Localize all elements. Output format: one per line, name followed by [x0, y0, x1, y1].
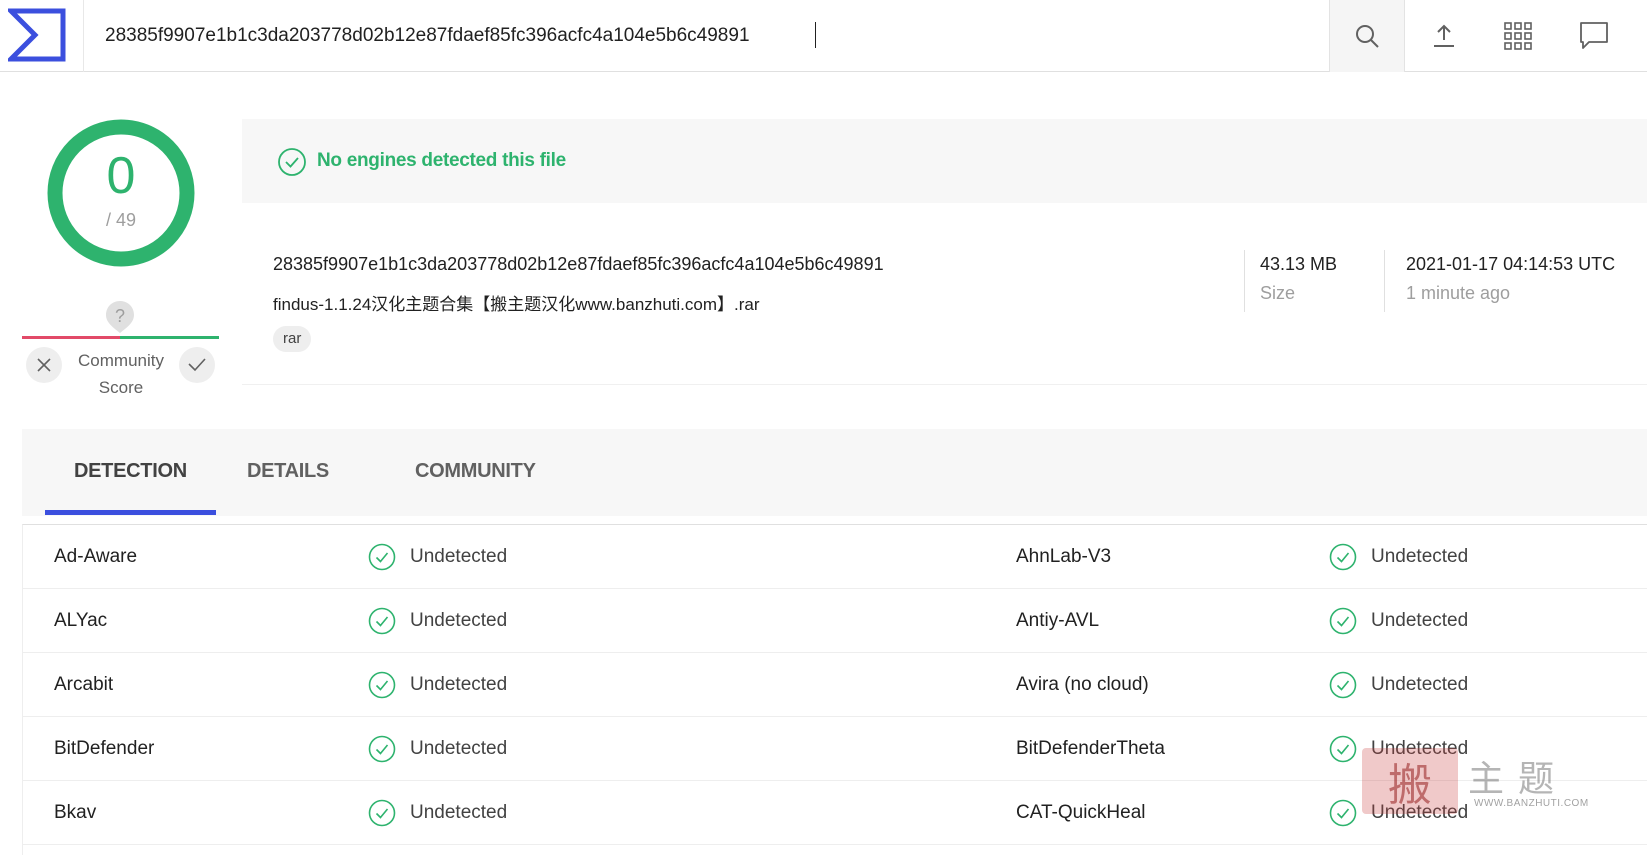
engine-name: BitDefenderTheta	[1016, 738, 1165, 759]
logo-divider	[83, 0, 84, 72]
engine-result: Undetected	[1329, 717, 1468, 781]
engine-name: Bkav	[54, 802, 97, 823]
analysis-relative-time: 1 minute ago	[1406, 283, 1511, 303]
meta-divider	[1384, 250, 1385, 312]
upload-button[interactable]	[1408, 0, 1480, 72]
table-row: Ad-Aware Undetected AhnLab-V3 Undetected	[23, 525, 1647, 589]
engine-name: Antiy-AVL	[1016, 610, 1100, 631]
active-tab-indicator	[45, 510, 216, 515]
table-row: BitDefender Undetected BitDefenderTheta …	[23, 717, 1647, 781]
chat-button[interactable]	[1556, 0, 1632, 72]
search-button[interactable]	[1329, 0, 1405, 72]
search-icon	[1356, 25, 1379, 48]
engine-result: Undetected	[368, 589, 507, 653]
text-caret	[815, 22, 816, 48]
file-type-tag[interactable]: rar	[273, 326, 312, 352]
virustotal-logo[interactable]	[4, 8, 66, 62]
tab-detection[interactable]: DETECTION	[74, 460, 187, 483]
result-label: Undetected	[410, 738, 508, 759]
chat-icon	[1580, 22, 1608, 49]
result-label: Undetected	[410, 546, 508, 567]
file-size: 43.13 MB	[1260, 254, 1338, 274]
engine-result: Undetected	[1329, 781, 1468, 845]
search-input[interactable]	[105, 18, 1305, 54]
result-label: Undetected	[1371, 674, 1469, 695]
file-name: findus-1.1.24汉化主题合集【搬主题汉化www.banzhuti.co…	[273, 295, 760, 314]
meta-divider	[1244, 250, 1245, 312]
engine-result: Undetected	[1329, 653, 1468, 717]
community-label-line2: Score	[98, 378, 144, 397]
result-label: Undetected	[1371, 738, 1469, 759]
check-circle-icon	[368, 671, 396, 699]
community-score-label: Community Score	[66, 347, 176, 401]
question-marker-icon: ?	[105, 300, 135, 334]
engine-result: Undetected	[368, 653, 507, 717]
detection-count: 0	[106, 147, 136, 205]
engine-result: Undetected	[1329, 589, 1468, 653]
result-label: Undetected	[1371, 546, 1469, 567]
result-label: Undetected	[410, 610, 508, 631]
check-circle-icon	[1329, 671, 1357, 699]
file-hash: 28385f9907e1b1c3da203778d02b12e87fdaef85…	[273, 254, 884, 274]
analysis-date: 2021-01-17 04:14:53 UTC	[1406, 254, 1616, 274]
engine-name: Avira (no cloud)	[1016, 674, 1149, 695]
engine-name: AhnLab-V3	[1016, 546, 1112, 567]
tab-details[interactable]: DETAILS	[247, 460, 329, 483]
result-label: Undetected	[410, 674, 508, 695]
check-circle-icon	[1329, 799, 1357, 827]
apps-grid-button[interactable]	[1482, 0, 1554, 72]
tab-community[interactable]: COMMUNITY	[415, 460, 536, 483]
engine-name: Ad-Aware	[54, 546, 138, 567]
vote-harmless-button[interactable]	[179, 347, 215, 383]
community-label-line1: Community	[78, 351, 164, 370]
engine-name: CAT-QuickHeal	[1016, 802, 1146, 823]
check-circle-icon	[1329, 735, 1357, 763]
check-circle-icon	[1329, 607, 1357, 635]
table-row: Arcabit Undetected Avira (no cloud) Unde…	[23, 653, 1647, 717]
check-circle-icon	[368, 735, 396, 763]
detection-summary: No engines detected this file	[317, 150, 566, 171]
check-circle-icon	[1329, 543, 1357, 571]
community-bar-harmless	[120, 336, 219, 339]
engine-result: Undetected	[368, 717, 507, 781]
result-label: Undetected	[410, 802, 508, 823]
vote-malicious-button[interactable]	[26, 347, 62, 383]
check-circle-icon	[368, 799, 396, 827]
engine-name: Arcabit	[54, 674, 114, 695]
engine-name: BitDefender	[54, 738, 155, 759]
close-icon	[37, 358, 51, 372]
community-bar-malicious	[22, 336, 120, 339]
file-size-label: Size	[1260, 283, 1296, 303]
top-bar	[0, 0, 1647, 72]
question-mark: ?	[115, 306, 125, 326]
engine-result: Undetected	[1329, 525, 1468, 589]
table-row: ALYac Undetected Antiy-AVL Undetected	[23, 589, 1647, 653]
engine-result: Undetected	[368, 525, 507, 589]
engine-total: / 49	[105, 210, 137, 230]
table-row: Bkav Undetected CAT-QuickHeal Undetected	[23, 781, 1647, 845]
detection-results-table: Ad-Aware Undetected AhnLab-V3 Undetected…	[22, 524, 1647, 855]
result-label: Undetected	[1371, 802, 1469, 823]
check-circle-icon	[368, 607, 396, 635]
engine-name: ALYac	[54, 610, 108, 631]
engine-result: Undetected	[368, 781, 507, 845]
check-circle-icon	[278, 148, 306, 176]
apps-grid-icon	[1504, 22, 1532, 50]
upload-icon	[1434, 24, 1454, 47]
result-label: Undetected	[1371, 610, 1469, 631]
check-circle-icon	[368, 543, 396, 571]
check-icon	[188, 358, 206, 372]
